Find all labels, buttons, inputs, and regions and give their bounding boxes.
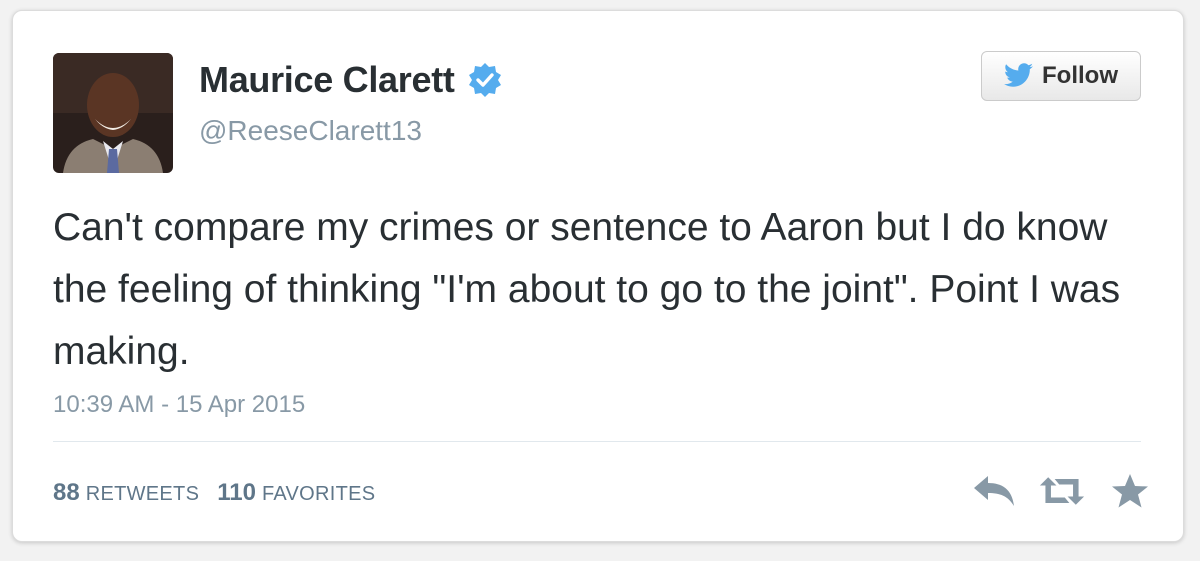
favorites-stat[interactable]: 110 FAVORITES [217, 479, 375, 507]
retweets-count: 88 [53, 479, 80, 506]
name-row: Maurice Clarett [199, 59, 503, 101]
retweets-stat[interactable]: 88 RETWEETS [53, 479, 199, 507]
favorites-count: 110 [217, 479, 256, 506]
tweet-card: Maurice Clarett @ReeseClarett13 Follow C… [12, 10, 1184, 542]
verified-badge-icon [468, 63, 501, 97]
follow-label: Follow [1042, 62, 1118, 89]
tweet-actions [971, 471, 1153, 511]
divider [53, 441, 1141, 442]
retweet-icon [1039, 477, 1085, 505]
retweets-label: RETWEETS [85, 483, 200, 505]
avatar[interactable] [53, 53, 173, 173]
user-handle[interactable]: @ReeseClarett13 [199, 115, 422, 147]
favorites-label: FAVORITES [261, 483, 376, 505]
reply-icon [974, 476, 1014, 506]
follow-button[interactable]: Follow [981, 51, 1141, 101]
favorite-icon [1112, 474, 1148, 508]
twitter-bird-icon [1004, 63, 1033, 87]
favorite-button[interactable] [1107, 471, 1153, 511]
display-name[interactable]: Maurice Clarett [199, 59, 455, 101]
reply-button[interactable] [971, 471, 1017, 511]
avatar-image [53, 53, 173, 173]
tweet-text: Can't compare my crimes or sentence to A… [53, 206, 1121, 373]
tweet-timestamp[interactable]: 10:39 AM - 15 Apr 2015 [53, 391, 305, 419]
retweet-button[interactable] [1039, 471, 1085, 511]
tweet-stats: 88 RETWEETS 110 FAVORITES [53, 479, 375, 507]
